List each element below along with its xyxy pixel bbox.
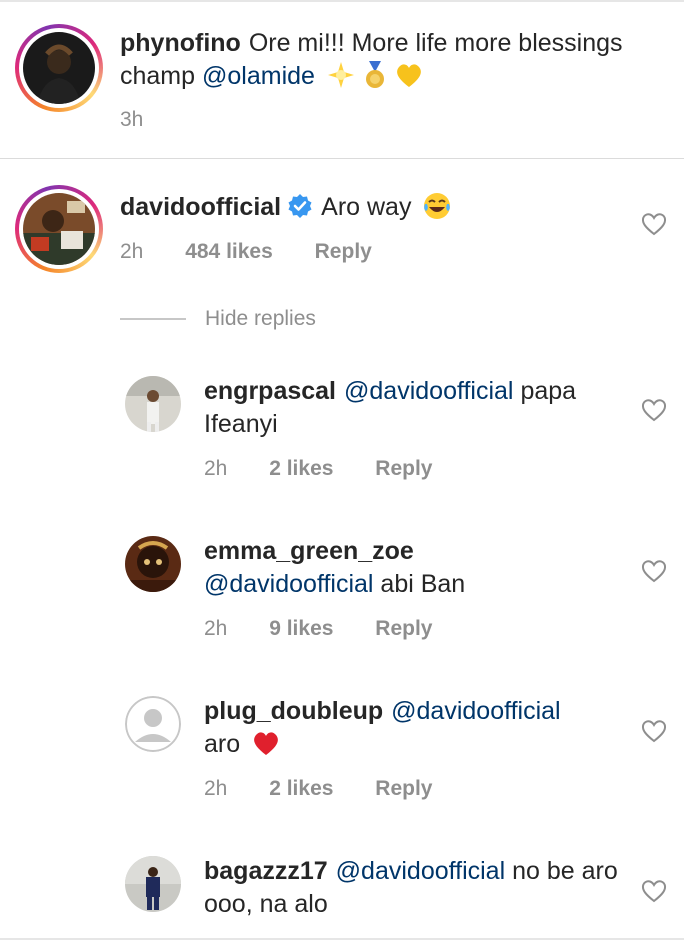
- avatar-emma-green-zoe[interactable]: [125, 536, 181, 592]
- medal-emoji-icon: [365, 61, 384, 88]
- like-heart-icon[interactable]: [641, 559, 667, 583]
- timestamp: 2h: [120, 240, 144, 263]
- timestamp: 3h: [120, 108, 144, 131]
- story-ring-avatar[interactable]: [15, 24, 103, 112]
- comment-text: plug_doubleup @davidoofficial aro: [204, 695, 624, 761]
- avatar-phynofino: [23, 32, 95, 104]
- yellow-heart-emoji-icon: [397, 64, 421, 87]
- timestamp: 2h: [204, 457, 228, 480]
- top-divider: [0, 0, 684, 2]
- like-heart-icon[interactable]: [641, 398, 667, 422]
- red-heart-emoji-icon: [254, 732, 278, 755]
- avatar-davidoofficial: [23, 193, 95, 265]
- comment-text: bagazzz17 @davidoofficial no be aro ooo, …: [204, 855, 624, 921]
- comment-text: davidoofficial Aro way: [120, 191, 452, 224]
- likes-count[interactable]: 9 likes: [269, 617, 333, 641]
- reply-button[interactable]: Reply: [375, 617, 432, 641]
- likes-count[interactable]: 484 likes: [185, 240, 273, 264]
- bottom-divider: [0, 938, 684, 940]
- username[interactable]: emma_green_zoe: [204, 537, 414, 565]
- comment-meta: 2h 2 likes Reply: [204, 457, 468, 481]
- avatar-plug-doubleup[interactable]: [125, 696, 181, 752]
- hide-replies-button[interactable]: Hide replies: [205, 307, 316, 331]
- comment-meta: 3h: [120, 108, 179, 132]
- story-ring-avatar[interactable]: [15, 185, 103, 273]
- mention-link[interactable]: @davidoofficial: [344, 377, 513, 405]
- likes-count[interactable]: 2 likes: [269, 777, 333, 801]
- timestamp: 2h: [204, 617, 228, 640]
- comment-divider: [0, 158, 684, 159]
- verified-badge-icon: [288, 194, 312, 218]
- username[interactable]: davidoofficial: [120, 193, 281, 221]
- username[interactable]: phynofino: [120, 29, 241, 57]
- username[interactable]: plug_doubleup: [204, 697, 383, 725]
- tears-of-joy-emoji-icon: [424, 193, 451, 219]
- reply-button[interactable]: Reply: [375, 457, 432, 481]
- like-heart-icon[interactable]: [641, 879, 667, 903]
- comment-body: Aro way: [321, 193, 412, 221]
- reply-button[interactable]: Reply: [315, 240, 372, 264]
- avatar-engrpascal[interactable]: [125, 376, 181, 432]
- timestamp: 2h: [204, 777, 228, 800]
- hide-replies-line: [120, 318, 186, 320]
- like-heart-icon[interactable]: [641, 719, 667, 743]
- like-heart-icon[interactable]: [641, 212, 667, 236]
- comment-text: engrpascal @davidoofficial papa Ifeanyi: [204, 375, 624, 441]
- username[interactable]: engrpascal: [204, 377, 336, 405]
- comment-body: aro: [204, 730, 241, 758]
- comment-meta: 2h 484 likes Reply: [120, 240, 408, 264]
- sparkle-star-emoji-icon: [327, 62, 354, 88]
- avatar-bagazzz17[interactable]: [125, 856, 181, 912]
- mention-link[interactable]: @olamide: [202, 62, 315, 90]
- comment-text: phynofino Ore mi!!! More life more blessi…: [120, 27, 640, 93]
- comment-meta: 2h 9 likes Reply: [204, 617, 468, 641]
- mention-link[interactable]: @davidoofficial: [391, 697, 560, 725]
- username[interactable]: bagazzz17: [204, 857, 328, 885]
- mention-link[interactable]: @davidoofficial: [336, 857, 505, 885]
- comment-meta: 2h 2 likes Reply: [204, 777, 468, 801]
- likes-count[interactable]: 2 likes: [269, 457, 333, 481]
- mention-link[interactable]: @davidoofficial: [204, 570, 373, 598]
- comment-body: abi Ban: [380, 570, 466, 598]
- comment-text: emma_green_zoe @davidoofficial abi Ban: [204, 535, 624, 601]
- reply-button[interactable]: Reply: [375, 777, 432, 801]
